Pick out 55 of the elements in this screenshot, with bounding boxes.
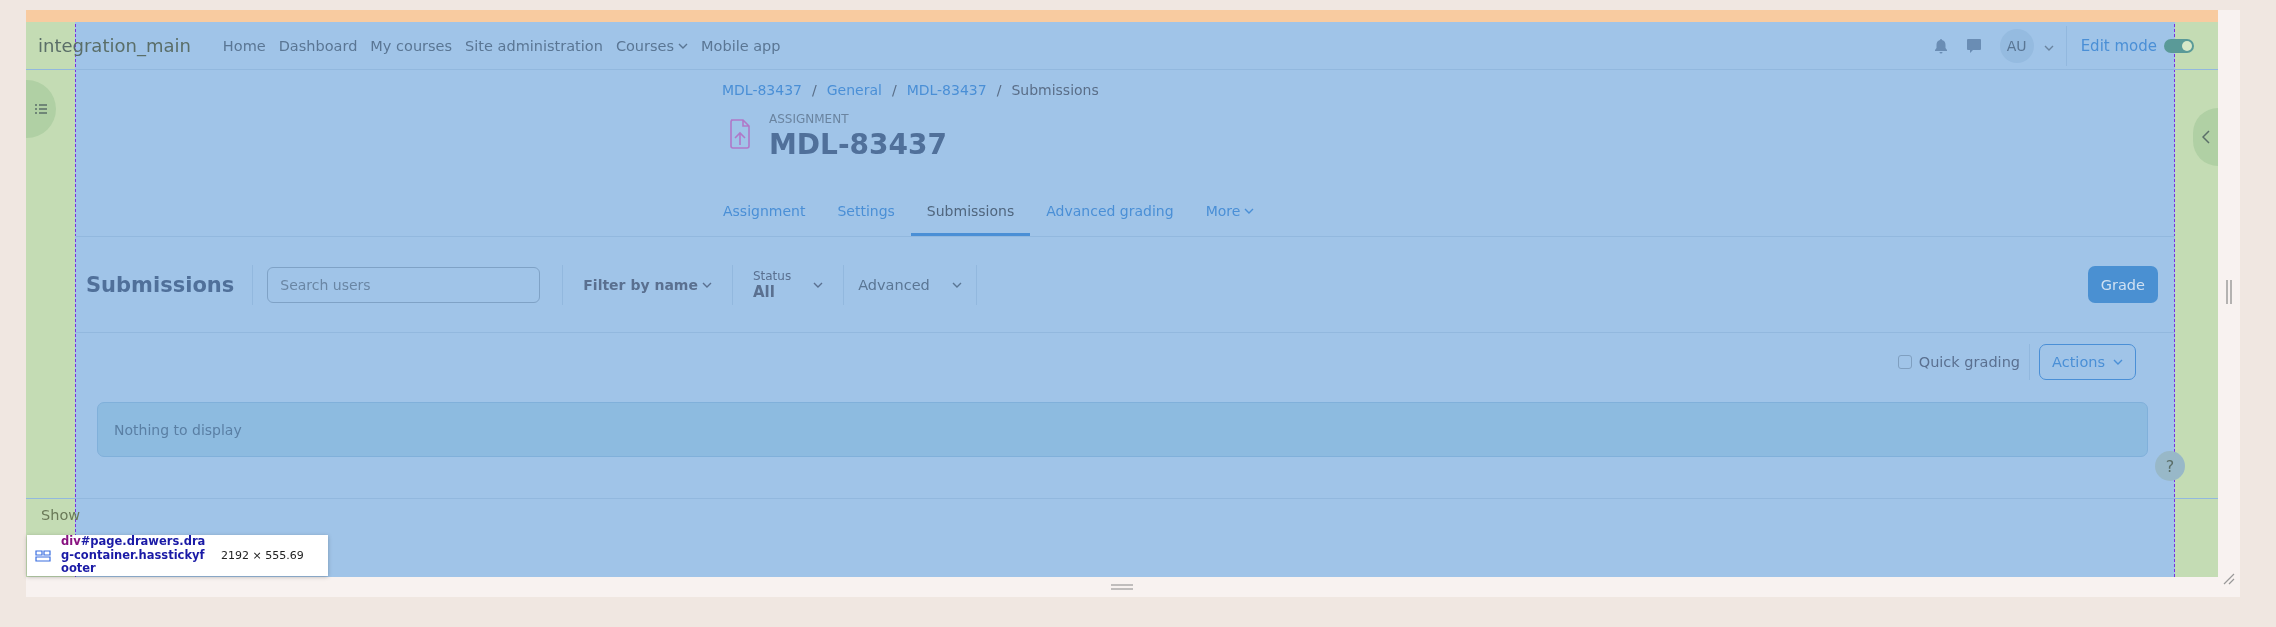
tab[interactable]: Advanced grading bbox=[1030, 193, 1190, 236]
page-title: MDL-83437 bbox=[769, 128, 947, 161]
empty-message: Nothing to display bbox=[97, 402, 2148, 457]
edit-mode-toggle[interactable] bbox=[2164, 38, 2194, 53]
edit-mode-label: Edit mode bbox=[2080, 36, 2157, 55]
course-index-button[interactable] bbox=[26, 80, 56, 138]
nav-link[interactable]: Site administration bbox=[465, 37, 603, 54]
site-name[interactable]: integration_main bbox=[38, 35, 191, 56]
breadcrumb-separator: / bbox=[891, 82, 897, 98]
caret-icon bbox=[813, 281, 824, 288]
element-selector: div#page.drawers.drag-container.hasstickyfooter bbox=[61, 534, 207, 577]
grid-layout-icon bbox=[35, 549, 51, 562]
breadcrumb-separator: / bbox=[812, 82, 817, 98]
tab[interactable]: Submissions bbox=[910, 193, 1031, 236]
nav-link[interactable]: My courses bbox=[370, 37, 453, 54]
chevron-left-icon bbox=[2201, 130, 2210, 144]
actions-dropdown[interactable]: Actions bbox=[2039, 343, 2136, 380]
breadcrumb-link[interactable]: MDL-83437 bbox=[722, 82, 802, 98]
caret-icon bbox=[701, 281, 712, 288]
show-label: Show bbox=[41, 507, 82, 523]
list-icon bbox=[35, 104, 47, 114]
caret-icon bbox=[1244, 208, 1255, 214]
search-field[interactable]: Search users bbox=[267, 266, 541, 303]
grade-button[interactable]: Grade bbox=[2087, 266, 2158, 303]
nav-link[interactable]: Home bbox=[222, 37, 266, 54]
breadcrumb-current: Submissions bbox=[1011, 82, 1099, 98]
breadcrumb-separator: / bbox=[996, 82, 1002, 98]
section-heading: Submissions bbox=[86, 264, 254, 305]
element-size: 2192 × 555.69 bbox=[221, 549, 304, 562]
breadcrumb-link[interactable]: General bbox=[826, 82, 882, 98]
activity-type-label: ASSIGNMENT bbox=[769, 112, 850, 126]
caret-icon bbox=[951, 281, 962, 288]
drawer-toggle-button[interactable] bbox=[2193, 108, 2218, 166]
notifications-icon[interactable] bbox=[1933, 37, 1948, 54]
advanced-dropdown[interactable]: Advanced bbox=[858, 276, 962, 293]
nav-link[interactable]: Mobile app bbox=[701, 37, 781, 54]
file-upload-icon bbox=[729, 118, 751, 150]
status-dropdown[interactable]: Status All bbox=[746, 267, 830, 302]
filter-by-name-dropdown[interactable]: Filter by name bbox=[577, 275, 718, 294]
resize-handle-icon[interactable] bbox=[1111, 584, 1133, 590]
resize-grip-icon[interactable] bbox=[2223, 573, 2235, 585]
help-button[interactable]: ? bbox=[2155, 451, 2185, 481]
quick-grading-label[interactable]: Quick grading bbox=[1918, 353, 2021, 370]
breadcrumb-link[interactable]: MDL-83437 bbox=[906, 82, 987, 98]
caret-icon bbox=[2113, 358, 2123, 365]
resize-handle-icon[interactable] bbox=[2226, 280, 2232, 304]
user-menu-caret-icon bbox=[2043, 45, 2054, 51]
tab[interactable]: Assignment bbox=[722, 193, 822, 236]
quick-grading-checkbox[interactable] bbox=[1897, 354, 1912, 369]
tab[interactable]: Settings bbox=[821, 193, 911, 236]
tab[interactable]: More bbox=[1189, 193, 1271, 236]
chat-bubble-icon[interactable] bbox=[1965, 37, 1982, 54]
nav-link[interactable]: Courses bbox=[615, 37, 689, 54]
nav-link[interactable]: Dashboard bbox=[278, 37, 358, 54]
caret-icon bbox=[678, 42, 689, 49]
